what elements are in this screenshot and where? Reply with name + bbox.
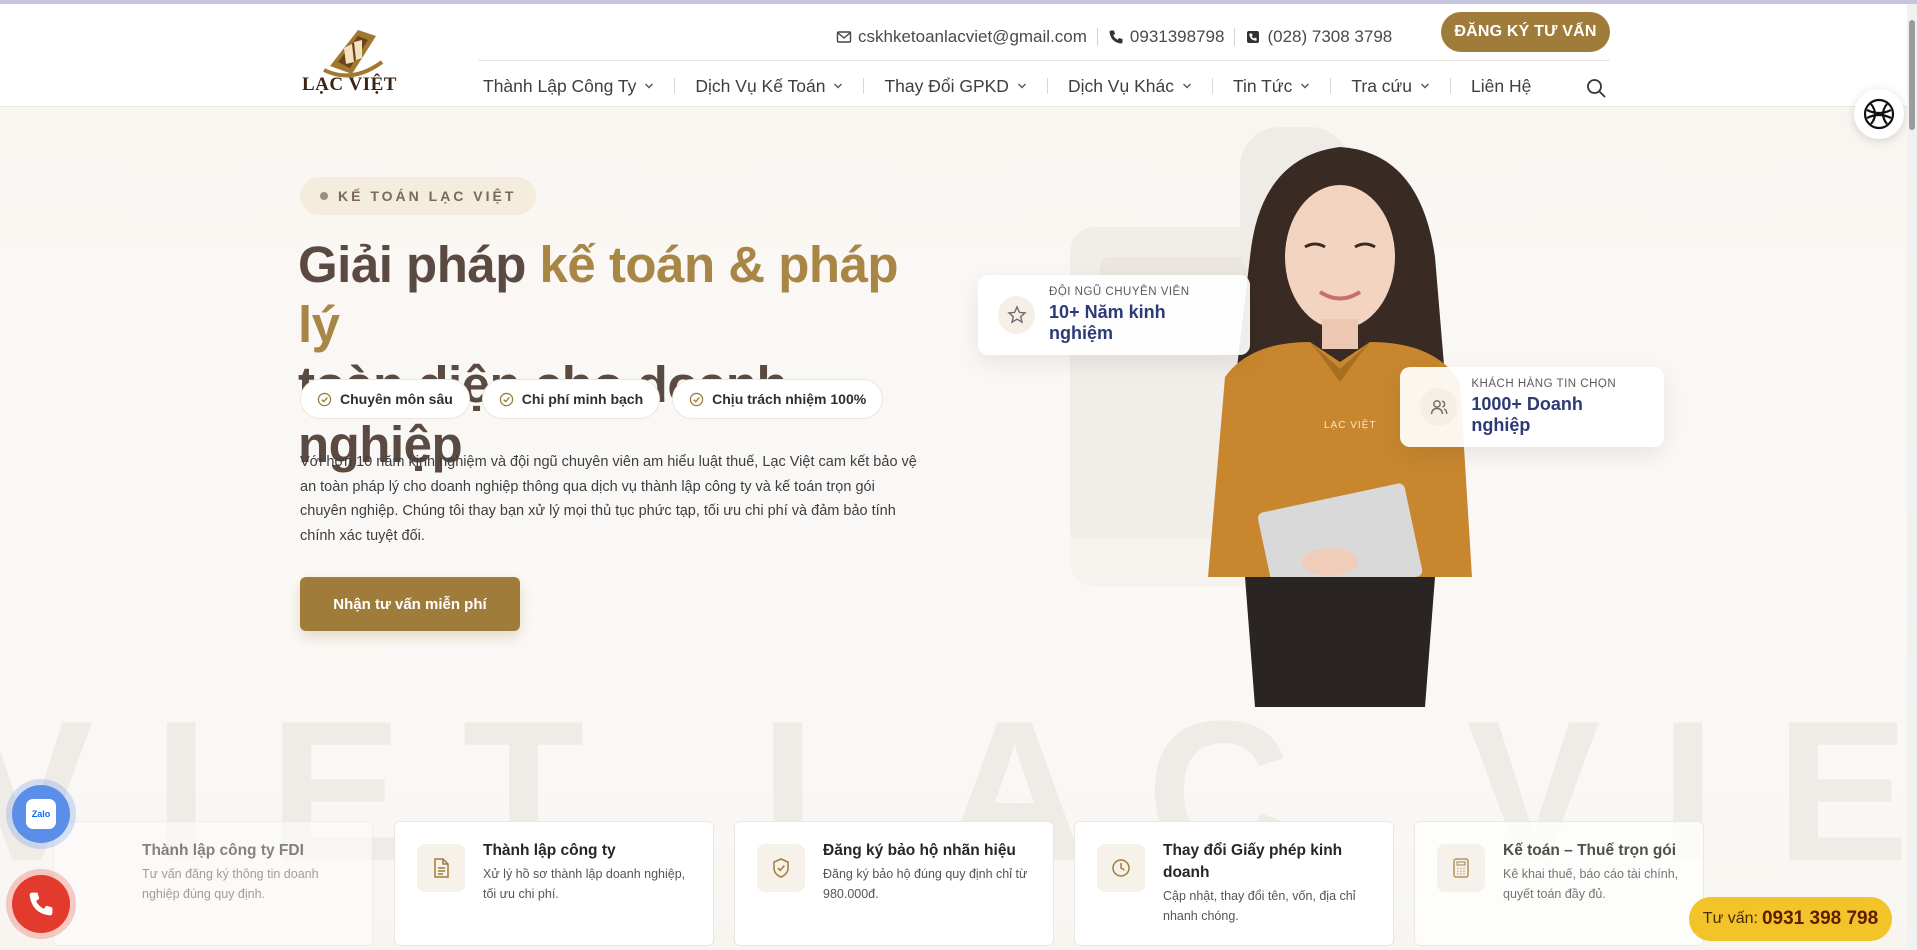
star-icon xyxy=(998,296,1036,334)
site-header: LẠC VIỆT cskhketoanlacviet@gmail.com 093… xyxy=(0,4,1917,107)
office-text: (028) 7308 3798 xyxy=(1267,27,1393,46)
assistant-knot-icon xyxy=(1863,98,1895,130)
free-consult-button[interactable]: Nhận tư vấn miễn phí xyxy=(300,577,520,631)
phone-icon xyxy=(29,892,53,916)
service-title: Thành lập công ty FDI xyxy=(142,842,304,859)
service-title: Đăng ký bảo hộ nhãn hiệu xyxy=(823,842,1016,859)
shield-check-icon xyxy=(757,844,805,892)
service-desc: Xử lý hồ sơ thành lập doanh nghiệp, tối … xyxy=(483,867,686,901)
phone-icon xyxy=(1109,30,1123,44)
office-contact[interactable]: (028) 7308 3798 xyxy=(1235,27,1402,47)
nav-label: Thay Đổi GPKD xyxy=(884,75,1009,96)
service-title: Thành lập công ty xyxy=(483,842,616,859)
feature-chip: Chuyên môn sâu xyxy=(300,379,470,419)
nav-label: Dịch Vụ Khác xyxy=(1067,75,1174,96)
hero-badge: KẾ TOÁN LẠC VIỆT xyxy=(300,177,537,215)
stat-card-experience: ĐỘI NGŨ CHUYÊN VIÊN 10+ Năm kinh nghiệm xyxy=(978,275,1250,355)
nav-label: Tin Tức xyxy=(1232,75,1293,96)
chevron-down-icon xyxy=(645,83,654,89)
service-title: Kế toán – Thuế trọn gói xyxy=(1503,842,1677,859)
service-desc: Kê khai thuế, báo cáo tài chính, quyết t… xyxy=(1503,867,1679,901)
feature-chip: Chịu trách nhiệm 100% xyxy=(672,379,884,419)
stat-value: 1000+ Doanh nghiệp xyxy=(1471,394,1583,435)
office-phone-icon xyxy=(1247,31,1260,43)
search-icon[interactable] xyxy=(1585,77,1607,99)
nav-separator xyxy=(1330,78,1332,94)
badge-dot-icon xyxy=(320,192,328,200)
shirt-logo-text: LẠC VIỆT xyxy=(1324,420,1377,431)
stat-label: ĐỘI NGŨ CHUYÊN VIÊN xyxy=(1049,286,1190,298)
logo-wordmark: LẠC VIỆT xyxy=(302,74,397,95)
service-card-thay-doi-gpkd[interactable]: Thay đổi Giấy phép kinh doanh Cập nhật, … xyxy=(1074,821,1394,946)
check-circle-icon xyxy=(499,392,514,406)
zalo-icon: Zalo xyxy=(26,799,56,829)
chevron-down-icon xyxy=(1017,83,1026,89)
nav-item-lien-he[interactable]: Liên Hệ xyxy=(1460,76,1542,97)
main-nav: Thành Lập Công Ty Dịch Vụ Kế Toán Thay Đ… xyxy=(472,68,1542,104)
nav-label: Dịch Vụ Kế Toán xyxy=(695,75,826,96)
stat-value: 10+ Năm kinh nghiệm xyxy=(1049,302,1166,343)
service-card-thanh-lap-cong-ty[interactable]: Thành lập công ty Xử lý hồ sơ thành lập … xyxy=(394,821,714,946)
scrollbar-thumb[interactable] xyxy=(1909,20,1915,130)
chip-label: Chi phí minh bạch xyxy=(521,391,644,407)
chevron-down-icon xyxy=(834,83,843,89)
hero-description: Với hơn 10 năm kinh nghiệm và đội ngũ ch… xyxy=(300,454,917,544)
service-desc: Đăng ký bảo hộ đúng quy định chỉ từ 980.… xyxy=(823,867,1028,901)
contact-bar: cskhketoanlacviet@gmail.com 0931398798 (… xyxy=(826,18,1402,56)
envelope-icon xyxy=(836,31,852,43)
chip-label: Chuyên môn sâu xyxy=(340,391,453,407)
nav-separator xyxy=(1211,78,1213,94)
call-button[interactable] xyxy=(12,875,70,933)
service-desc: Cập nhật, thay đổi tên, vốn, địa chỉ nha… xyxy=(1163,889,1356,923)
nav-divider-line xyxy=(478,60,1610,61)
hero-title-part1: Giải pháp xyxy=(298,236,540,293)
mobile-contact[interactable]: 0931398798 xyxy=(1098,27,1235,47)
hotline-badge[interactable]: Tư vấn: 0931 398 798 xyxy=(1689,897,1892,941)
hotline-prefix: Tư vấn: xyxy=(1702,910,1758,927)
check-circle-icon xyxy=(317,392,332,406)
nav-label: Liên Hệ xyxy=(1471,75,1532,96)
nav-separator xyxy=(1450,78,1452,94)
nav-item-tin-tuc[interactable]: Tin Tức xyxy=(1222,76,1321,97)
nav-separator xyxy=(674,78,676,94)
zalo-chat-button[interactable]: Zalo xyxy=(12,785,70,843)
badge-text: KẾ TOÁN LẠC VIỆT xyxy=(338,188,517,204)
page-scrollbar[interactable] xyxy=(1907,4,1917,950)
users-icon xyxy=(1420,388,1458,426)
document-icon xyxy=(417,844,465,892)
nav-item-dich-vu-ke-toan[interactable]: Dịch Vụ Kế Toán xyxy=(684,76,854,97)
service-card-ke-toan-thue[interactable]: Kế toán – Thuế trọn gói Kê khai thuế, bá… xyxy=(1414,821,1704,946)
nav-item-thanh-lap-cong-ty[interactable]: Thành Lập Công Ty xyxy=(472,76,665,97)
register-consult-button[interactable]: ĐĂNG KÝ TƯ VẤN xyxy=(1441,12,1610,52)
check-circle-icon xyxy=(689,392,704,406)
nav-separator xyxy=(863,78,865,94)
chevron-down-icon xyxy=(1182,83,1191,89)
calculator-icon xyxy=(1437,844,1485,892)
service-title: Thay đổi Giấy phép kinh doanh xyxy=(1163,842,1343,881)
mobile-text: 0931398798 xyxy=(1129,27,1225,46)
nav-separator xyxy=(1046,78,1048,94)
hero-title: Giải pháp kế toán & pháp lý toàn diện ch… xyxy=(298,235,938,475)
ai-assistant-button[interactable] xyxy=(1854,89,1904,139)
stat-label: KHÁCH HÀNG TIN CHỌN xyxy=(1471,378,1617,390)
service-card-fdi[interactable]: Thành lập công ty FDI Tư vấn đăng ký thô… xyxy=(53,821,373,946)
nav-label: Thành Lập Công Ty xyxy=(483,75,637,96)
clock-icon xyxy=(1097,844,1145,892)
service-card-bao-ho-nhan-hieu[interactable]: Đăng ký bảo hộ nhãn hiệu Đăng ký bảo hộ … xyxy=(734,821,1054,946)
stat-card-clients: KHÁCH HÀNG TIN CHỌN 1000+ Doanh nghiệp xyxy=(1400,367,1664,447)
chip-label: Chịu trách nhiệm 100% xyxy=(712,391,867,407)
service-desc: Tư vấn đăng ký thông tin doanh nghiệp đú… xyxy=(142,867,319,901)
feature-chip: Chi phí minh bạch xyxy=(481,379,661,419)
nav-label: Tra cứu xyxy=(1351,75,1413,96)
nav-item-thay-doi-gpkd[interactable]: Thay Đổi GPKD xyxy=(873,76,1037,97)
hotline-number: 0931 398 798 xyxy=(1761,908,1879,929)
services-carousel: Thành lập công ty FDI Tư vấn đăng ký thô… xyxy=(0,821,1917,950)
feature-chips: Chuyên môn sâu Chi phí minh bạch Chịu tr… xyxy=(300,379,884,419)
chevron-down-icon xyxy=(1421,83,1430,89)
nav-item-dich-vu-khac[interactable]: Dịch Vụ Khác xyxy=(1057,76,1203,97)
email-text: cskhketoanlacviet@gmail.com xyxy=(858,27,1087,46)
nav-item-tra-cuu[interactable]: Tra cứu xyxy=(1340,76,1441,97)
chevron-down-icon xyxy=(1301,83,1310,89)
email-contact[interactable]: cskhketoanlacviet@gmail.com xyxy=(826,27,1097,47)
